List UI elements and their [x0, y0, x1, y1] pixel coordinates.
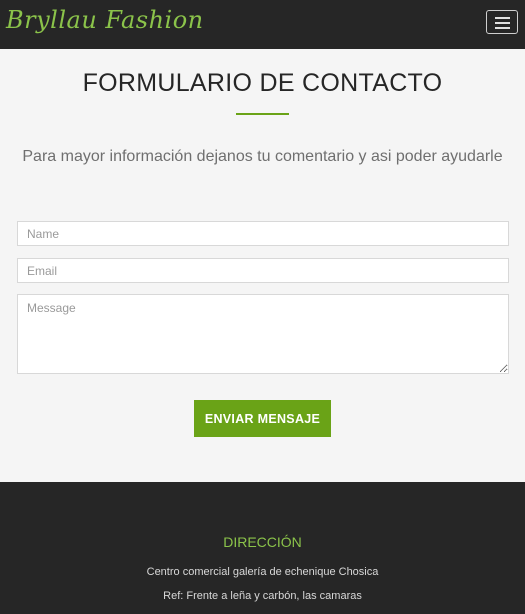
page-title: FORMULARIO DE CONTACTO	[82, 69, 443, 97]
footer-address: Centro comercial galería de echenique Ch…	[146, 566, 379, 578]
footer-reference: Ref: Frente a leña y carbón, las camaras	[163, 590, 362, 602]
menu-toggle-button[interactable]	[486, 10, 518, 34]
page-subtitle: Para mayor información dejanos tu coment…	[22, 148, 503, 165]
email-field[interactable]	[17, 258, 509, 283]
message-field[interactable]	[17, 294, 509, 374]
brand-logo[interactable]: Bryllau Fashion	[6, 6, 204, 34]
title-divider	[236, 113, 289, 115]
send-message-button[interactable]: ENVIAR MENSAJE	[194, 400, 331, 437]
footer-heading: DIRECCIÓN	[223, 534, 302, 550]
top-navbar: Bryllau Fashion	[0, 0, 525, 49]
footer: DIRECCIÓN Centro comercial galería de ec…	[0, 482, 525, 614]
name-field[interactable]	[17, 221, 509, 246]
contact-section: FORMULARIO DE CONTACTO Para mayor inform…	[0, 49, 525, 482]
